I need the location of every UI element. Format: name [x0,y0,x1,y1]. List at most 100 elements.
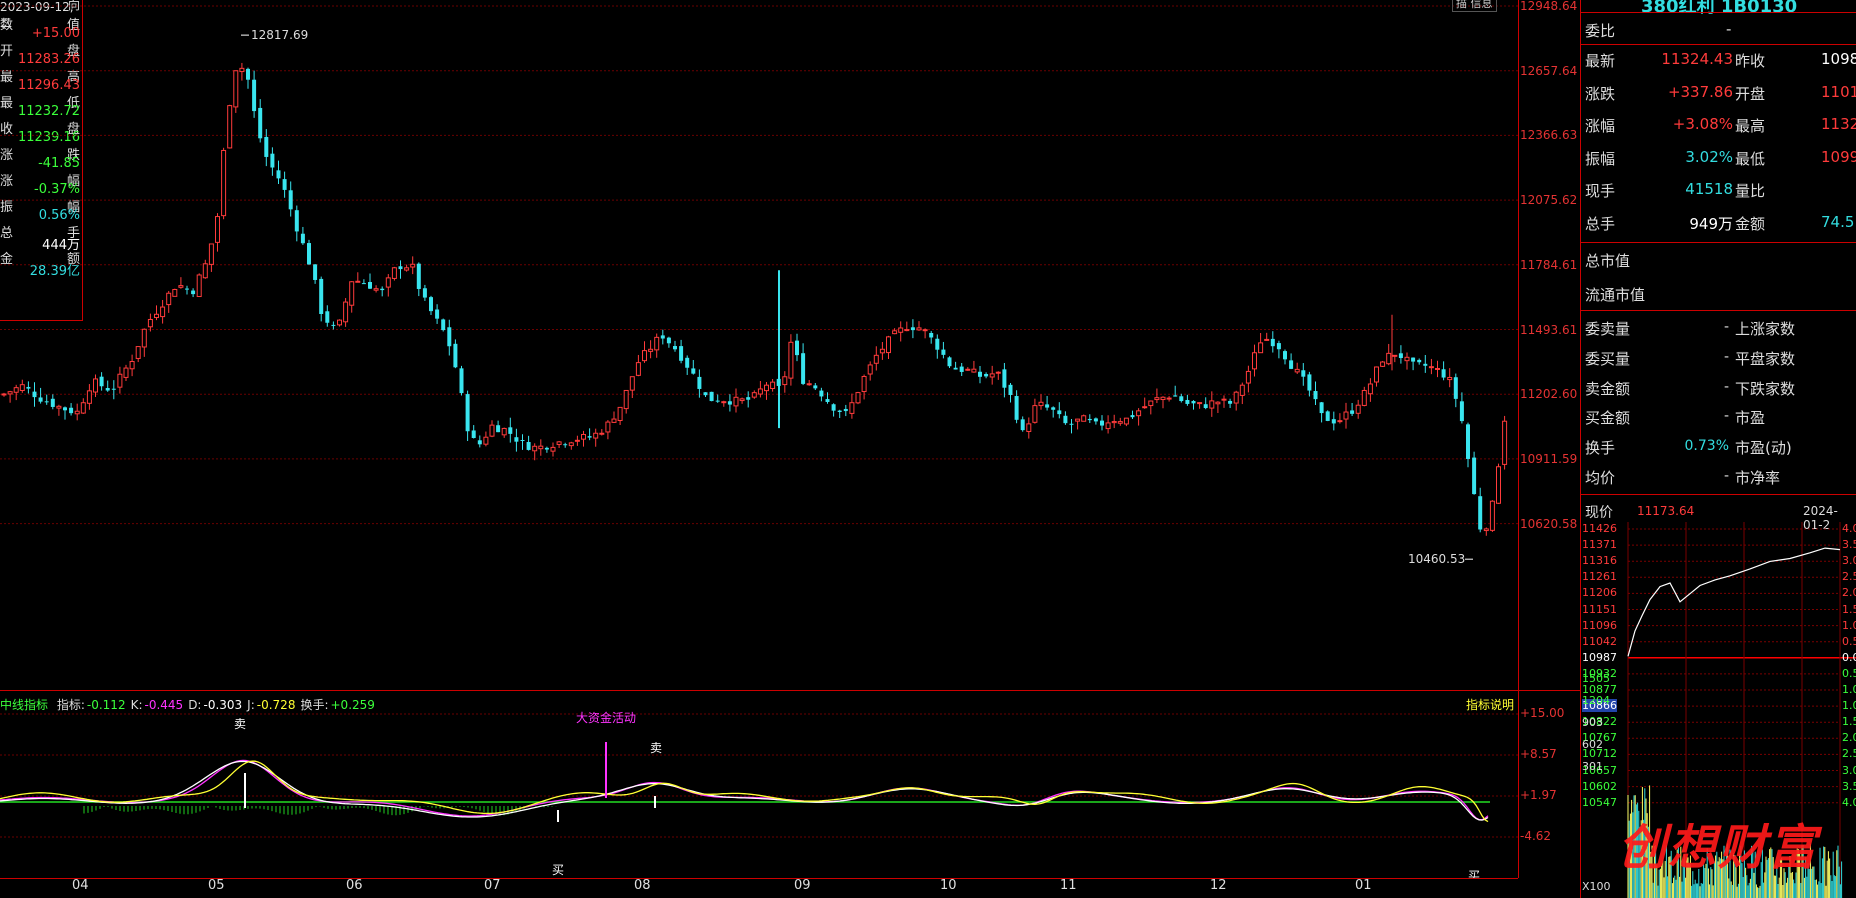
candlestick [721,400,727,407]
candlestick [429,295,433,316]
candlestick [1117,417,1123,426]
candlestick [910,319,915,339]
candlestick [879,342,885,360]
stat-label: 换手 [1585,439,1616,458]
candlestick [1057,402,1062,419]
quote-value: 1098 [1821,50,1856,68]
indicator-chart[interactable]: 卖卖买 买大资金活动 [0,690,1518,878]
intraday-pct-tick: 2.5 [1842,570,1856,584]
intraday-pct-tick: 1.0 [1842,618,1856,632]
quote-value: +3.08% [1672,115,1733,133]
quote-value: 949万 [1689,214,1733,233]
candlestick [795,333,799,362]
candlestick [611,411,617,424]
low-marker-label: 10460.53 [1408,552,1465,566]
stat-value: 0.73% [1684,438,1729,455]
candlestick [1252,344,1257,377]
candlestick [831,403,836,417]
candlestick [1411,357,1416,371]
quote-label: 金额 [1735,214,1766,233]
candlestick [1203,397,1208,410]
indicator-k-line [0,759,1489,821]
candlestick [86,384,92,410]
candlestick [544,446,549,453]
candlestick [1148,400,1154,415]
stat-label: 委买量 [1585,349,1631,368]
intraday-volume-tick: 1204 [1582,694,1610,707]
candlestick [1014,390,1019,424]
quote-value: 11324.43 [1661,50,1733,68]
time-axis-border [0,878,1518,879]
quote-label: 最低 [1735,149,1766,168]
intraday-pct-tick: 3.5 [1842,538,1856,552]
intraday-pct-tick: 4.0 [1842,795,1856,809]
candlestick [1233,390,1239,411]
sell-signal-label: 卖 [234,717,246,731]
candlestick [757,380,763,398]
candlestick [1331,411,1336,431]
candlestick [404,264,410,272]
intraday-pct-tick: 3.0 [1842,554,1856,568]
candlestick [1185,394,1190,406]
candlestick [300,226,305,245]
candlestick [1087,414,1092,424]
candlestick [1051,406,1056,418]
candlestick [50,394,55,410]
candlestick [1276,340,1281,359]
candlestick [294,205,299,242]
candlestick [1245,365,1251,393]
candlestick [441,318,446,332]
candlestick [782,371,788,393]
candlestick [563,442,568,448]
candlestick [1453,373,1458,408]
candlestick [1160,396,1166,409]
candlestick [80,398,86,414]
candlestick [1166,396,1172,402]
stat-label: 卖金额 [1585,379,1631,398]
candlestick [233,70,239,113]
intraday-volume-tick: 301 [1582,760,1603,773]
candlestick [1325,410,1330,422]
candlestick [1289,353,1294,370]
candlestick [501,427,507,438]
info-button[interactable]: 描 信息 [1452,0,1497,12]
candlestick [453,339,458,369]
candlestick [629,376,635,399]
candlestick [1258,333,1264,354]
candlestick [855,391,861,405]
candlestick [898,321,904,342]
intraday-price-tick: 11206 [1582,586,1617,600]
candlestick [904,321,910,332]
candlestick [801,343,806,386]
sell-signal-label: 卖 [650,741,662,755]
candlestick-chart[interactable]: 12817.69 10460.53 [0,0,1518,690]
candlestick [1111,414,1117,429]
candlestick [660,329,665,345]
candlestick [465,390,470,442]
candlestick [922,328,928,339]
candlestick [459,365,464,396]
month-tick-label: 10 [940,878,957,893]
quote-label: 量比 [1735,182,1766,200]
big-money-label: 大资金活动 [576,710,636,725]
intraday-pct-tick: 1.5 [1842,715,1856,729]
candlestick [435,304,440,324]
candlestick [550,442,556,457]
candlestick [1319,401,1324,423]
price-tick-label: 12366.63 [1520,128,1578,143]
market-value-label: 总市值 [1585,252,1631,270]
candlestick [1398,345,1403,364]
indicator-tick-label: -4.62 [1520,829,1552,843]
candlestick [788,334,794,386]
candlestick [447,319,452,356]
candlestick [154,305,159,321]
intraday-price-tick: 11096 [1582,618,1617,632]
candlestick [593,428,599,447]
candlestick [319,276,324,322]
security-title: 380红利 1B0130 [1641,0,1798,17]
month-tick-label: 05 [208,878,225,893]
candlestick [416,262,421,297]
candlestick [1008,382,1013,403]
candlestick [1197,402,1203,409]
candlestick [123,364,129,381]
